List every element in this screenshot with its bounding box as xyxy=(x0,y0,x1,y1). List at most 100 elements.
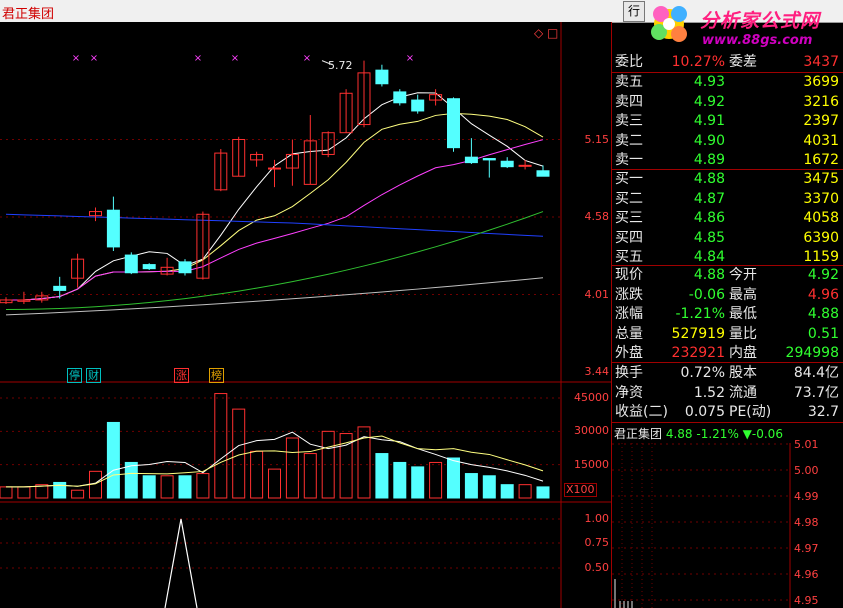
buy-price: 4.86 xyxy=(693,210,725,227)
signal-marker: × xyxy=(303,53,311,64)
candle-body xyxy=(53,285,67,291)
price-tick-label: 3.44 xyxy=(584,365,610,378)
buy-label: 买三 xyxy=(615,210,643,227)
mini-tick-label: 4.99 xyxy=(794,490,819,503)
volume-bar xyxy=(464,473,478,499)
buy-label: 买四 xyxy=(615,229,643,246)
finance-label: 收益(二) xyxy=(615,404,668,421)
logo-url[interactable]: www.88gs.com xyxy=(702,33,812,48)
finance-value: 1.52 xyxy=(693,384,725,401)
mini-tick-label: 4.97 xyxy=(794,542,819,555)
volume-bar xyxy=(482,475,496,499)
sell-volume: 4031 xyxy=(803,132,839,149)
volume-tick-label: 30000 xyxy=(574,424,609,438)
stock-chart[interactable]: × × × × × × xyxy=(0,22,612,608)
candle xyxy=(178,259,192,276)
weibi-row: 委比 10.27% 委差 3437 xyxy=(612,53,841,72)
mini-chart-title: 君正集团 4.88 -1.21% ▼-0.06 xyxy=(614,425,783,442)
logo-text: 分析家公式网 xyxy=(700,10,821,32)
sell-label: 卖二 xyxy=(615,132,643,149)
mini-pct: -1.21% xyxy=(696,427,739,441)
finance-label-2: 流通 xyxy=(729,384,757,401)
chart-corner-icons[interactable]: ◇ □ xyxy=(534,26,558,40)
mini-tick-label: 4.96 xyxy=(794,568,819,581)
candle-body xyxy=(482,158,496,161)
stat-value-2: 0.51 xyxy=(807,325,839,342)
sell-label: 卖三 xyxy=(615,113,643,130)
mini-change: ▼-0.06 xyxy=(742,427,783,441)
stat-label: 涨幅 xyxy=(615,306,643,323)
finance-row: 收益(二) 0.075 PE(动) 32.7 xyxy=(612,403,841,422)
candle-body xyxy=(178,261,192,274)
volume-bar xyxy=(393,461,407,499)
event-tag: 榜 xyxy=(209,368,224,383)
finance-value: 0.72% xyxy=(680,365,725,381)
sell-price: 4.92 xyxy=(693,93,725,110)
finance-label-2: PE(动) xyxy=(729,404,772,421)
weibi-value: 10.27% xyxy=(671,54,725,70)
sell-price: 4.89 xyxy=(693,152,725,169)
mini-tick-label: 4.95 xyxy=(794,594,819,607)
finance-label: 净资 xyxy=(615,384,643,401)
stat-label-2: 最高 xyxy=(729,286,757,303)
panel-separator xyxy=(612,72,843,73)
chart-grid xyxy=(0,22,612,608)
panel-separator xyxy=(612,169,843,170)
sell-row: 卖二 4.90 4031 xyxy=(612,132,841,151)
signal-marker: × xyxy=(72,53,80,64)
sell-volume: 1672 xyxy=(803,152,839,169)
stat-label: 总量 xyxy=(615,325,643,342)
stat-value: 232921 xyxy=(671,345,725,362)
panel-separator xyxy=(612,265,843,266)
price-tick-label: 4.01 xyxy=(584,287,610,301)
candle xyxy=(142,263,156,271)
finance-value: 0.075 xyxy=(684,404,725,421)
volume-bar xyxy=(447,457,460,499)
sell-row: 卖一 4.89 1672 xyxy=(612,151,841,170)
stat-value: 4.88 xyxy=(693,267,725,283)
candle-body xyxy=(464,156,478,164)
volume-bar xyxy=(536,486,550,499)
sell-row: 卖五 4.93 3699 xyxy=(612,73,841,92)
stat-value-2: 4.88 xyxy=(807,306,839,323)
volume-bar xyxy=(178,475,192,499)
indicator-tick-label: 0.75 xyxy=(584,536,610,549)
mini-price: 4.88 xyxy=(665,427,693,441)
sell-volume: 3216 xyxy=(803,93,839,110)
indicator-tick-label: 1.00 xyxy=(584,512,610,525)
candle-body xyxy=(447,98,460,149)
signal-marker: × xyxy=(231,53,239,64)
weicha-value: 3437 xyxy=(803,54,839,70)
stat-label-2: 量比 xyxy=(729,325,757,342)
candle-body xyxy=(500,160,514,168)
toolbar-button[interactable]: 行 xyxy=(623,1,645,22)
buy-row: 买一 4.88 3475 xyxy=(612,170,841,189)
volume-tick-label: 15000 xyxy=(574,457,609,471)
finance-row: 换手 0.72% 股本 84.4亿 xyxy=(612,364,841,383)
stats-row: 外盘 232921 内盘 294998 xyxy=(612,344,841,363)
candle-body xyxy=(124,254,138,274)
indicator-tick-label: 0.50 xyxy=(584,561,610,574)
stat-label: 涨跌 xyxy=(615,286,643,303)
weibi-label: 委比 xyxy=(615,54,643,70)
price-tick-label: 5.15 xyxy=(584,132,610,146)
panel-separator xyxy=(612,362,843,363)
sell-volume: 2397 xyxy=(803,113,839,130)
chart-bg xyxy=(0,22,612,608)
sell-row: 卖四 4.92 3216 xyxy=(612,93,841,112)
stat-label-2: 内盘 xyxy=(729,345,757,362)
candle xyxy=(124,252,138,275)
candle-body xyxy=(106,209,120,248)
candle-body xyxy=(375,69,389,85)
sell-row: 卖三 4.91 2397 xyxy=(612,112,841,131)
stat-label-2: 今开 xyxy=(729,267,757,283)
buy-volume: 4058 xyxy=(803,210,839,227)
buy-row: 买三 4.86 4058 xyxy=(612,209,841,228)
buy-label: 买一 xyxy=(615,171,643,187)
buy-price: 4.85 xyxy=(693,229,725,246)
candle-body xyxy=(393,91,407,104)
panel-separator xyxy=(612,422,843,423)
buy-label: 买二 xyxy=(615,190,643,207)
volume-bar xyxy=(142,475,156,499)
stats-row: 现价 4.88 今开 4.92 xyxy=(612,266,841,285)
